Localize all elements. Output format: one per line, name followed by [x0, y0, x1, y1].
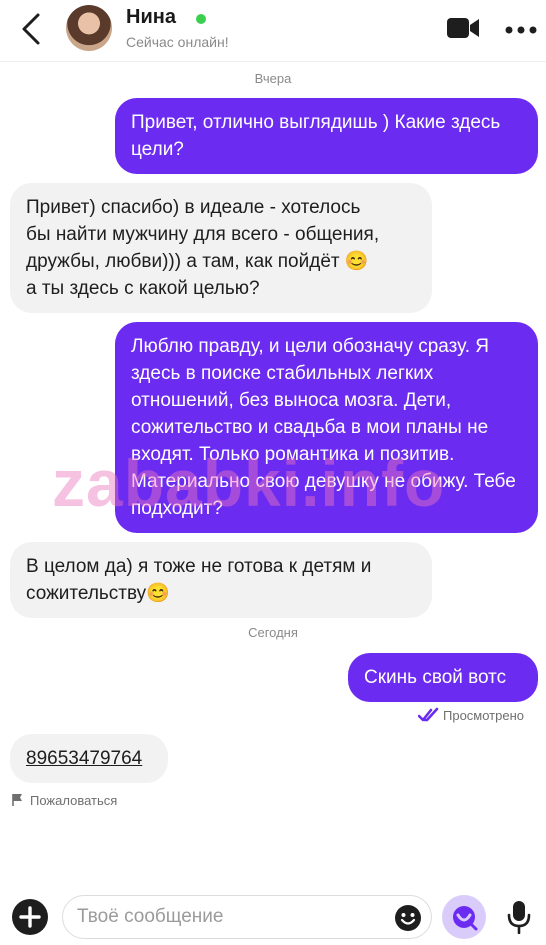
message-line: дружбы, любви))) а там, как пойдёт 😊	[26, 248, 416, 275]
microphone-icon	[507, 901, 531, 935]
sticker-button[interactable]	[442, 895, 486, 939]
smile-face-icon	[453, 906, 478, 931]
message-bubble-incoming[interactable]: Привет) спасибо) в идеале - хотелось бы …	[10, 183, 432, 313]
video-camera-icon	[447, 18, 479, 38]
message-line: Привет) спасибо) в идеале - хотелось	[26, 197, 361, 218]
report-label: Пожаловаться	[30, 793, 118, 808]
message-input-container	[62, 895, 432, 939]
message-bubble-incoming[interactable]: 89653479764	[10, 734, 168, 783]
date-separator-today: Сегодня	[248, 625, 298, 640]
voice-message-button[interactable]	[506, 900, 532, 935]
message-line: сожительству😊	[26, 580, 416, 607]
message-line: а ты здесь с какой целью?	[26, 278, 260, 299]
message-input[interactable]	[77, 896, 377, 938]
seen-label: Просмотрено	[443, 708, 525, 723]
more-options-button[interactable]	[505, 22, 537, 34]
message-bubble-outgoing[interactable]: Привет, отлично выглядишь ) Какие здесь …	[115, 98, 538, 174]
message-line: В целом да) я тоже не готова к детям и	[26, 556, 372, 577]
message-bubble-outgoing[interactable]: Люблю правду, и цели обозначу сразу. Я з…	[115, 322, 538, 533]
video-call-button[interactable]	[446, 16, 480, 40]
date-separator-yesterday: Вчера	[254, 71, 292, 86]
add-attachment-button[interactable]	[12, 899, 48, 935]
chat-header: Нина Сейчас онлайн!	[0, 0, 546, 62]
emoji-picker-button[interactable]	[394, 904, 422, 932]
flag-icon	[12, 794, 22, 806]
contact-status: Сейчас онлайн!	[126, 34, 229, 50]
smiling-emoji: 😊	[146, 583, 170, 604]
smiling-emoji: 😊	[344, 251, 369, 272]
double-check-icon	[418, 707, 439, 722]
online-indicator	[196, 14, 206, 24]
message-bubble-incoming[interactable]: В целом да) я тоже не готова к детям и с…	[10, 542, 432, 618]
message-bubble-outgoing[interactable]: Скинь свой вотс	[348, 653, 538, 702]
emoji-icon	[395, 905, 421, 931]
phone-number-link[interactable]: 89653479764	[26, 748, 142, 769]
contact-name[interactable]: Нина	[126, 6, 176, 29]
plus-icon	[19, 906, 41, 928]
back-arrow-icon	[22, 13, 40, 45]
more-dots-icon	[505, 26, 537, 34]
message-line: бы найти мужчину для всего - общения,	[26, 224, 380, 245]
avatar[interactable]	[66, 5, 112, 51]
back-button[interactable]	[18, 12, 48, 46]
